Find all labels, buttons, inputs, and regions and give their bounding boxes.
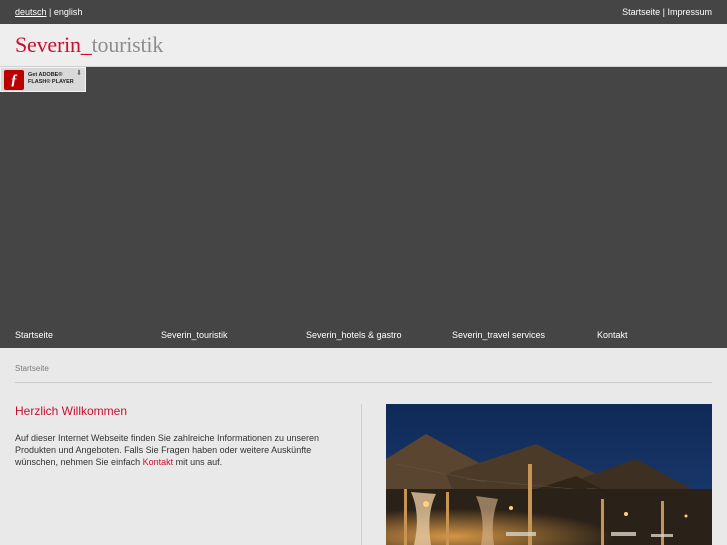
language-english-link[interactable]: english bbox=[54, 7, 83, 17]
site-header: Severin_touristik bbox=[0, 24, 727, 67]
flash-badge-line2: FLASH® PLAYER bbox=[28, 79, 74, 85]
flash-badge-text: Get ADOBE® FLASH® PLAYER bbox=[28, 72, 74, 86]
nav-item-kontakt[interactable]: Kontakt bbox=[597, 330, 628, 340]
main-navigation: Startseite Severin_touristik Severin_hot… bbox=[0, 326, 727, 348]
welcome-text-end: mit uns auf. bbox=[173, 457, 223, 467]
page-title: Herzlich Willkommen bbox=[15, 404, 128, 418]
breadcrumb-divider bbox=[15, 382, 712, 383]
welcome-text: Auf dieser Internet Webseite finden Sie … bbox=[15, 432, 345, 468]
nav-item-travel-services[interactable]: Severin_travel services bbox=[452, 330, 545, 340]
download-arrow-icon: ⬇ bbox=[76, 70, 82, 77]
language-deutsch-link[interactable]: deutsch bbox=[15, 7, 47, 17]
breadcrumb[interactable]: Startseite bbox=[15, 364, 49, 373]
flash-badge-line1: Get ADOBE® bbox=[28, 72, 63, 78]
utility-imprint-link[interactable]: Impressum bbox=[667, 7, 712, 17]
lodge-photo bbox=[386, 404, 712, 545]
utility-links: Startseite | Impressum bbox=[622, 7, 712, 17]
utility-home-link[interactable]: Startseite bbox=[622, 7, 660, 17]
language-separator: | bbox=[46, 7, 54, 17]
language-switcher: deutsch | english bbox=[15, 7, 82, 17]
flash-icon: ƒ bbox=[4, 70, 24, 90]
logo-part-severin: Severin_ bbox=[15, 32, 92, 57]
site-logo[interactable]: Severin_touristik bbox=[15, 32, 163, 58]
flash-content-area bbox=[0, 67, 727, 348]
contact-link[interactable]: Kontakt bbox=[143, 457, 174, 467]
column-divider bbox=[361, 404, 362, 545]
nav-item-startseite[interactable]: Startseite bbox=[15, 330, 53, 340]
get-flash-player-badge[interactable]: ƒ Get ADOBE® FLASH® PLAYER ⬇ bbox=[0, 67, 86, 92]
nav-item-touristik[interactable]: Severin_touristik bbox=[161, 330, 228, 340]
nav-item-hotels-gastro[interactable]: Severin_hotels & gastro bbox=[306, 330, 402, 340]
logo-part-touristik: touristik bbox=[91, 32, 164, 57]
top-bar: deutsch | english Startseite | Impressum bbox=[0, 0, 727, 24]
lodge-photo-illustration bbox=[386, 404, 712, 545]
